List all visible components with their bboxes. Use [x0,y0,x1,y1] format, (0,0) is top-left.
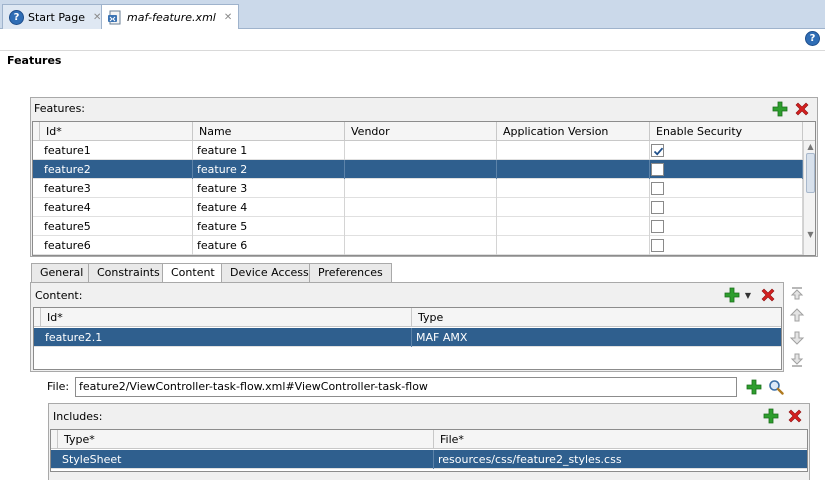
editor-tab-bar: ? Start Page ✕ maf-feature.xml ✕ [0,0,825,30]
table-row[interactable]: feature3 feature 3 [33,179,815,198]
move-up-icon[interactable] [789,307,805,323]
table-row[interactable]: StyleSheet resources/css/feature2_styles… [51,450,807,469]
cell-id: feature6 [40,236,193,255]
help-icon: ? [9,9,24,25]
features-panel-label: Features: [34,102,86,115]
cell-application-version [497,141,650,160]
cell-name: feature 1 [193,141,345,160]
tab-preferences[interactable]: Preferences [309,263,392,282]
cell-vendor [345,198,497,217]
cell-name: feature 3 [193,179,345,198]
add-icon[interactable] [771,100,789,118]
cell-application-version [497,160,650,179]
move-to-top-icon[interactable] [789,285,805,301]
column-header-vendor[interactable]: Vendor [345,122,497,141]
search-icon[interactable] [767,378,785,396]
editor-header-strip [0,29,825,51]
tab-label: Start Page [28,10,85,24]
features-table: Id* Name Vendor Application Version Enab… [32,121,816,256]
scroll-up-icon[interactable]: ▲ [804,141,815,152]
column-header-enable-security[interactable]: Enable Security [650,122,803,141]
cell-vendor [345,236,497,255]
column-header-id[interactable]: Id* [40,122,193,141]
table-row[interactable]: feature2 feature 2 [33,160,815,179]
cell-name: feature 4 [193,198,345,217]
includes-panel: Includes: Type* File* StyleSheet resourc… [48,403,810,480]
enable-security-checkbox[interactable] [651,201,664,214]
tab-general[interactable]: General [31,263,93,282]
move-down-icon[interactable] [789,330,805,346]
tab-maf-feature-xml[interactable]: maf-feature.xml ✕ [101,4,240,30]
close-icon[interactable]: ✕ [224,12,232,23]
enable-security-checkbox[interactable] [651,163,664,176]
column-header-type[interactable]: Type [412,308,781,327]
cell-file: resources/css/feature2_styles.css [434,450,807,469]
delete-icon[interactable] [759,286,777,304]
tab-device-access[interactable]: Device Access [221,263,318,282]
cell-type: MAF AMX [412,328,781,347]
features-panel: Features: Id* Name Vendor Application Ve… [30,97,818,257]
scroll-down-icon[interactable]: ▼ [804,229,815,240]
cell-id: feature2 [40,160,193,179]
table-row[interactable]: feature4 feature 4 [33,198,815,217]
cell-id: feature4 [40,198,193,217]
tab-content[interactable]: Content [162,263,224,283]
table-header: Id* Type [34,308,781,327]
dropdown-arrow-icon[interactable]: ▼ [743,286,753,304]
delete-icon[interactable] [793,100,811,118]
enable-security-checkbox[interactable] [651,220,664,233]
column-header-name[interactable]: Name [193,122,345,141]
table-header: Type* File* [51,430,807,449]
content-table: Id* Type feature2.1 MAF AMX [33,307,782,370]
cell-type: StyleSheet [58,450,434,469]
column-header-id[interactable]: Id* [41,308,412,327]
features-table-scrollbar[interactable]: ▲ ▼ [803,141,815,255]
tab-start-page[interactable]: ? Start Page ✕ [2,4,109,29]
page-title: Features [7,54,62,67]
enable-security-checkbox[interactable] [651,239,664,252]
cell-name: feature 2 [193,160,345,179]
content-panel: Content: ▼ Id* Type feature2.1 MAF AMX [30,282,784,372]
column-header-type[interactable]: Type* [58,430,434,449]
file-field[interactable]: feature2/ViewController-task-flow.xml#Vi… [75,377,737,397]
includes-table: Type* File* StyleSheet resources/css/fea… [50,429,808,472]
cell-application-version [497,179,650,198]
cell-name: feature 5 [193,217,345,236]
table-row[interactable]: feature5 feature 5 [33,217,815,236]
table-header: Id* Name Vendor Application Version Enab… [33,122,815,141]
add-icon[interactable] [745,378,763,396]
cell-application-version [497,217,650,236]
tab-label: maf-feature.xml [127,11,216,24]
cell-vendor [345,141,497,160]
add-icon[interactable] [762,407,780,425]
cell-name: feature 6 [193,236,345,255]
cell-id: feature3 [40,179,193,198]
table-row[interactable]: feature1 feature 1 [33,141,815,160]
enable-security-checkbox[interactable] [651,144,664,157]
xml-file-icon [108,10,123,25]
cell-id: feature5 [40,217,193,236]
cell-id: feature1 [40,141,193,160]
table-row[interactable]: feature6 feature 6 [33,236,815,255]
cell-application-version [497,198,650,217]
add-icon[interactable] [723,286,741,304]
column-header-file[interactable]: File* [434,430,807,449]
cell-application-version [497,236,650,255]
cell-vendor [345,217,497,236]
help-icon[interactable]: ? [805,31,820,46]
scrollbar-thumb[interactable] [806,153,815,193]
table-row[interactable]: feature2.1 MAF AMX [34,328,781,347]
enable-security-checkbox[interactable] [651,182,664,195]
move-to-bottom-icon[interactable] [789,352,805,368]
column-header-application-version[interactable]: Application Version [497,122,650,141]
tab-constraints[interactable]: Constraints [88,263,169,282]
cell-vendor [345,160,497,179]
file-label: File: [47,380,70,393]
content-panel-label: Content: [35,289,83,302]
includes-panel-label: Includes: [53,410,103,423]
delete-icon[interactable] [786,407,804,425]
cell-vendor [345,179,497,198]
cell-id: feature2.1 [41,328,412,347]
